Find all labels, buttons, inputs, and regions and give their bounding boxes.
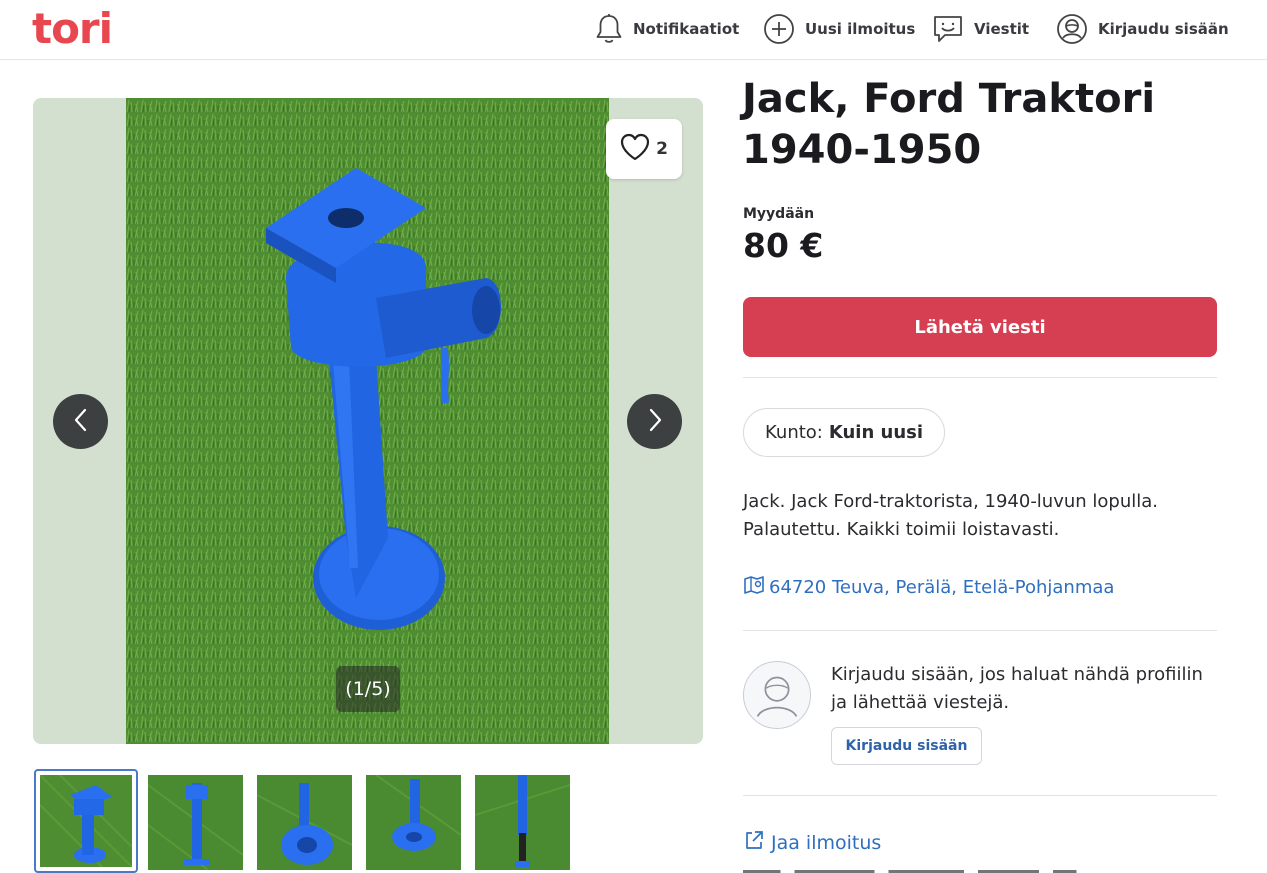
nav-login[interactable]: Kirjaudu sisään [1056, 12, 1229, 46]
listing-title: Jack, Ford Traktori 1940-1950 [742, 76, 1156, 173]
chat-icon [932, 13, 964, 45]
location-link[interactable]: 64720 Teuva, Perälä, Etelä-Pohjanmaa [743, 574, 1114, 601]
avatar [743, 661, 811, 729]
image-counter: (1/5) [336, 666, 400, 712]
share-label: Jaa ilmoitus [771, 831, 882, 854]
bell-icon [595, 13, 623, 45]
condition-label: Kunto: [765, 422, 823, 443]
nav-messages[interactable]: Viestit [932, 12, 1029, 46]
listing-description: Jack. Jack Ford-traktorista, 1940-luvun … [743, 491, 1159, 540]
divider [743, 795, 1217, 796]
chevron-right-icon [646, 407, 664, 437]
nav-notifications[interactable]: Notifikaatiot [595, 12, 739, 46]
nav-login-label: Kirjaudu sisään [1098, 20, 1229, 38]
user-circle-icon [1056, 13, 1088, 45]
thumbnail-1[interactable] [34, 769, 138, 873]
thumbnail-3[interactable] [257, 775, 352, 870]
divider [743, 630, 1217, 631]
next-image-button[interactable] [627, 394, 682, 449]
nav-notifications-label: Notifikaatiot [633, 20, 740, 38]
top-header: tori Notifikaatiot Uusi ilmoitus Viestit… [0, 0, 1267, 60]
tori-logo[interactable]: tori [32, 4, 113, 54]
chevron-left-icon [72, 407, 90, 437]
image-viewer: 2 (1/5) [33, 98, 703, 744]
favorite-button[interactable]: 2 [606, 119, 682, 179]
nav-messages-label: Viestit [974, 20, 1030, 38]
listing-photo[interactable] [126, 98, 609, 744]
share-listing-link[interactable]: Jaa ilmoitus [743, 829, 881, 856]
favorite-count: 2 [656, 139, 668, 159]
login-button[interactable]: Kirjaudu sisään [831, 727, 982, 765]
nav-new-listing[interactable]: Uusi ilmoitus [763, 12, 915, 46]
thumbnail-4[interactable] [366, 775, 461, 870]
condition-value: Kuin uusi [828, 422, 924, 443]
sale-type-label: Myydään [743, 206, 815, 222]
plus-circle-icon [763, 13, 795, 45]
previous-image-button[interactable] [53, 394, 108, 449]
listing-price: 80 € [743, 226, 824, 265]
send-message-button[interactable]: Lähetä viesti [743, 297, 1217, 357]
share-icon [743, 829, 765, 856]
map-icon [743, 574, 765, 601]
thumbnail-5[interactable] [475, 775, 570, 870]
login-prompt: Kirjaudu sisään, jos haluat nähdä profii… [831, 664, 1203, 713]
thumbnail-2[interactable] [148, 775, 243, 870]
truncated-footer-text [743, 866, 1213, 873]
heart-icon [620, 133, 650, 166]
divider [743, 377, 1217, 378]
location-text: 64720 Teuva, Perälä, Etelä-Pohjanmaa [769, 577, 1115, 598]
condition-badge: Kunto: Kuin uusi [743, 408, 946, 457]
nav-new-listing-label: Uusi ilmoitus [805, 20, 916, 38]
